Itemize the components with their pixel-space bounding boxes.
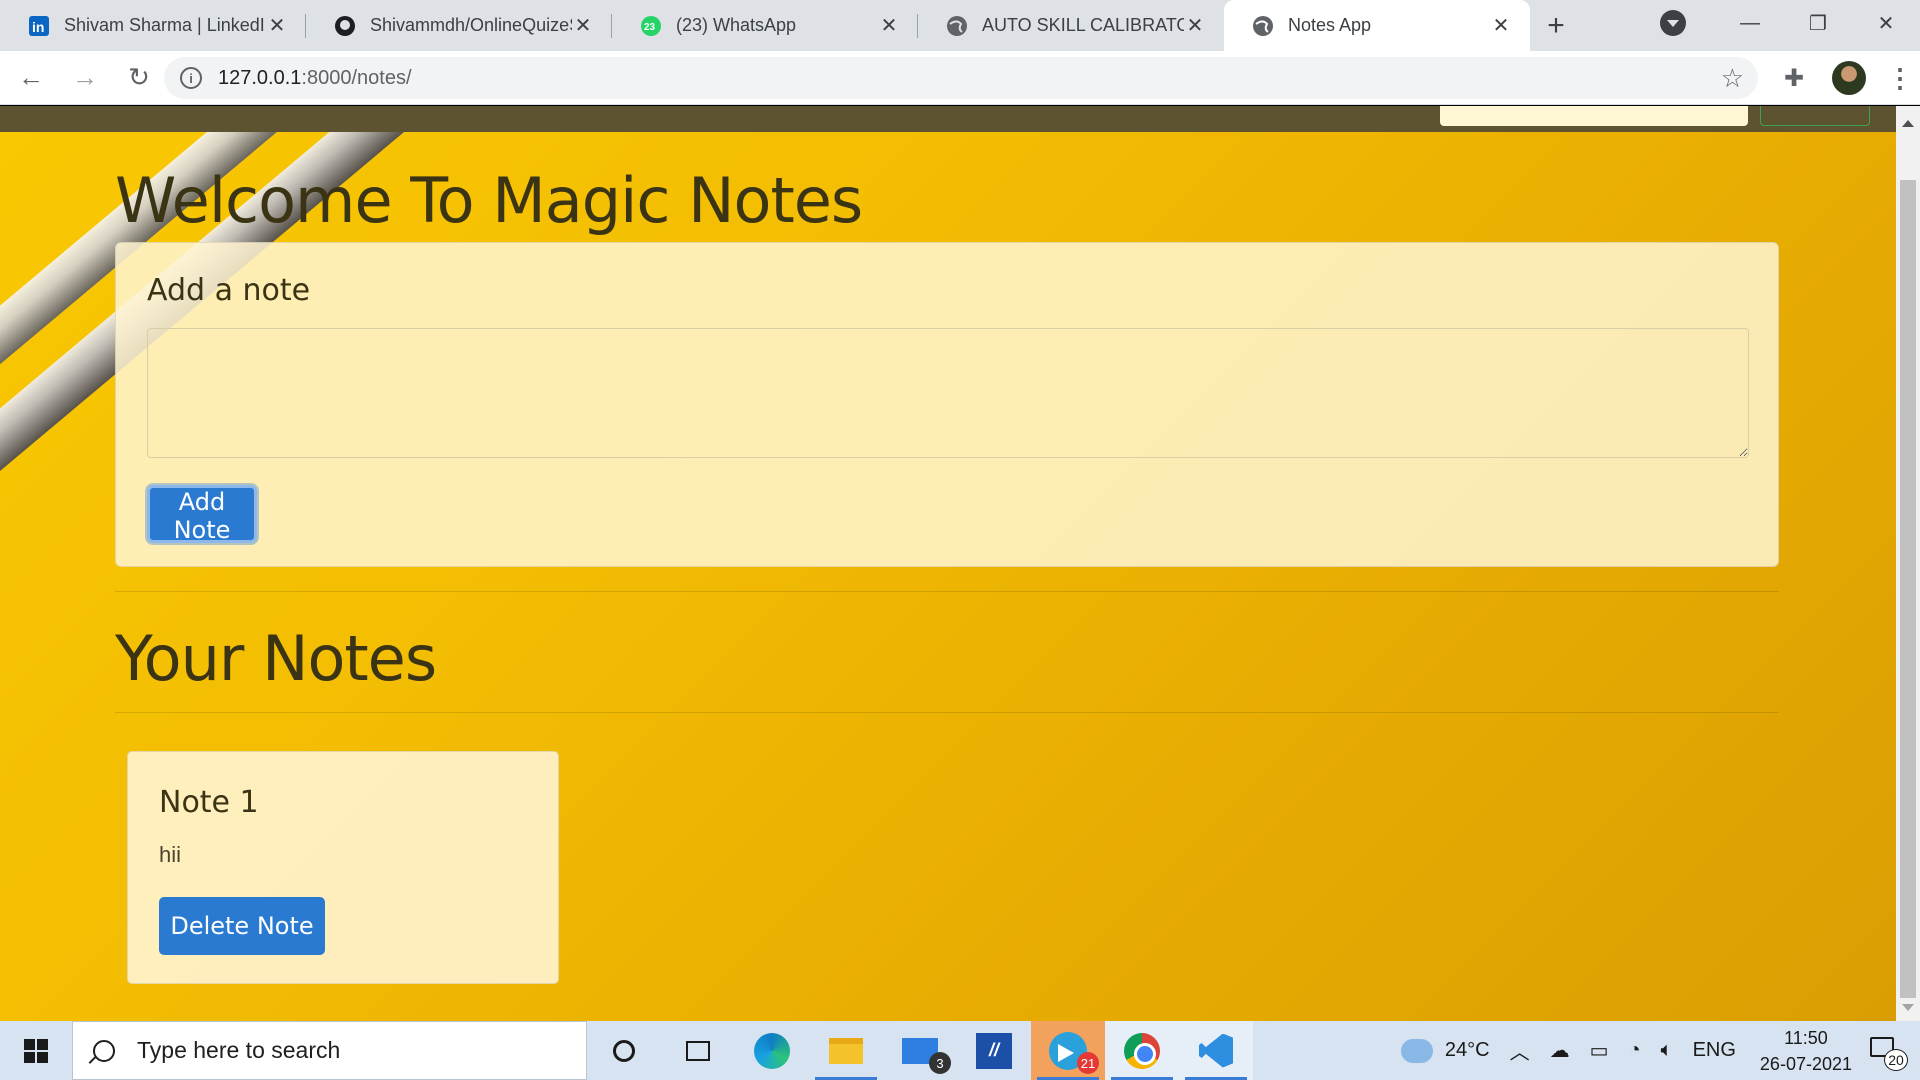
battery-icon[interactable]: ▭: [1580, 1038, 1619, 1063]
scrollbar-thumb[interactable]: [1900, 180, 1916, 998]
page-scrollbar[interactable]: [1896, 106, 1920, 1021]
clock-time: 11:50: [1784, 1027, 1828, 1048]
divider: [115, 591, 1779, 592]
restore-icon[interactable]: ❐: [1784, 11, 1852, 36]
page-viewport: Welcome To Magic Notes Add a note Add No…: [0, 106, 1896, 1021]
temperature-text: 24°C: [1444, 1039, 1490, 1061]
info-icon[interactable]: i: [180, 67, 202, 89]
note-title: Note 1: [159, 785, 259, 820]
task-view-icon: [686, 1040, 710, 1061]
scroll-up-arrow-icon[interactable]: [1902, 114, 1914, 127]
divider: [115, 712, 1779, 713]
linkedin-icon: in: [28, 15, 50, 37]
new-tab-button[interactable]: +: [1530, 0, 1582, 51]
tab-auto-skill-calibrator[interactable]: AUTO SKILL CALIBRATOR ✕: [918, 0, 1224, 51]
add-note-title: Add a note: [147, 273, 311, 308]
close-tab-icon[interactable]: ✕: [1490, 13, 1512, 38]
volume-icon[interactable]: 🔈︎: [1651, 1039, 1683, 1062]
show-hidden-icons-chevron-icon[interactable]: ︿: [1500, 1036, 1540, 1065]
folder-icon: [829, 1037, 863, 1064]
globe-icon: [1252, 15, 1274, 37]
edge-app[interactable]: [735, 1021, 809, 1080]
github-icon: [334, 15, 356, 37]
browser-tab-strip: in Shivam Sharma | LinkedIn ✕ Shivammdh/…: [0, 0, 1920, 51]
close-tab-icon[interactable]: ✕: [266, 13, 288, 38]
edge-icon: [754, 1032, 790, 1069]
url-text[interactable]: 127.0.0.1:8000/notes/: [218, 67, 412, 90]
clock-date: 26-07-2021: [1759, 1053, 1852, 1074]
reload-icon[interactable]: ↻: [116, 55, 162, 101]
tab-title: Shivammdh/OnlineQuizeS: [370, 15, 572, 35]
rain-cloud-icon: [1400, 1038, 1433, 1063]
cortana-button[interactable]: [587, 1021, 661, 1080]
address-bar[interactable]: i 127.0.0.1:8000/notes/ ☆: [164, 57, 1758, 99]
onedrive-cloud-icon[interactable]: ☁: [1540, 1038, 1580, 1063]
vscode-icon: [1199, 1033, 1233, 1068]
clock[interactable]: 11:50 26-07-2021: [1746, 1025, 1866, 1077]
close-tab-icon[interactable]: ✕: [878, 13, 900, 38]
mplus-app[interactable]: //: [957, 1021, 1031, 1080]
add-note-button[interactable]: Add Note: [147, 485, 257, 544]
notification-count: 20: [1884, 1048, 1908, 1071]
note-text: hii: [159, 842, 182, 867]
close-tab-icon[interactable]: ✕: [572, 13, 594, 38]
svg-text:in: in: [32, 19, 44, 35]
mplus-icon: //: [976, 1032, 1012, 1069]
globe-icon: [946, 15, 968, 37]
delete-note-button[interactable]: Delete Note: [159, 897, 325, 955]
note-textarea[interactable]: [147, 328, 1749, 458]
tab-title: AUTO SKILL CALIBRATOR: [982, 15, 1184, 35]
scroll-down-arrow-icon[interactable]: [1902, 1004, 1914, 1017]
system-tray: 24°C ︿ ☁ ▭ ◔ 🔈︎ ENG 11:50 26-07-2021 20: [1391, 1021, 1920, 1080]
cortana-icon: [613, 1039, 635, 1062]
tab-linkedin[interactable]: in Shivam Sharma | LinkedIn ✕: [0, 0, 306, 51]
language-indicator[interactable]: ENG: [1683, 1039, 1746, 1062]
extensions-puzzle-icon[interactable]: ✚: [1770, 64, 1818, 93]
add-note-card: Add a note Add Note: [115, 242, 1779, 567]
taskbar-search-placeholder: Type here to search: [137, 1037, 341, 1063]
file-explorer-app[interactable]: [809, 1021, 883, 1080]
tab-github[interactable]: Shivammdh/OnlineQuizeS ✕: [306, 0, 612, 51]
profile-avatar[interactable]: [1832, 61, 1866, 95]
whatsapp-icon: 23: [640, 15, 662, 37]
tab-title: Notes App: [1288, 15, 1372, 35]
minimize-icon[interactable]: —: [1716, 12, 1784, 35]
tab-search-icon[interactable]: [1660, 10, 1686, 36]
note-card: Note 1 hii Delete Note: [127, 751, 559, 984]
page-title: Welcome To Magic Notes: [115, 164, 863, 237]
back-arrow-icon[interactable]: ←: [8, 55, 54, 101]
telegram-badge: 21: [1077, 1052, 1099, 1074]
tab-whatsapp[interactable]: 23 (23) WhatsApp ✕: [612, 0, 918, 51]
bookmark-star-icon[interactable]: ☆: [1721, 63, 1744, 94]
browser-toolbar: ← → ↻ i 127.0.0.1:8000/notes/ ☆ ✚ ⋮: [0, 51, 1920, 105]
close-tab-icon[interactable]: ✕: [1184, 13, 1206, 38]
close-window-icon[interactable]: ✕: [1852, 11, 1920, 36]
tab-notes-app[interactable]: Notes App ✕: [1224, 0, 1530, 51]
action-center-button[interactable]: 20: [1866, 1031, 1908, 1071]
notes-section-title: Your Notes: [115, 622, 437, 695]
chrome-icon: [1124, 1032, 1160, 1069]
menu-kebab-icon[interactable]: ⋮: [1880, 63, 1920, 94]
windows-start-icon[interactable]: [0, 1021, 72, 1080]
telegram-app[interactable]: 21: [1031, 1021, 1105, 1080]
chrome-app[interactable]: [1105, 1021, 1179, 1080]
task-view-button[interactable]: [661, 1021, 735, 1080]
tab-title: (23) WhatsApp: [676, 15, 797, 35]
vscode-app[interactable]: [1179, 1021, 1253, 1080]
tab-title: Shivam Sharma | LinkedIn: [64, 15, 266, 35]
mail-badge: 3: [929, 1052, 951, 1074]
taskbar-search-input[interactable]: Type here to search: [72, 1021, 587, 1080]
search-icon: [93, 1039, 115, 1062]
weather-widget[interactable]: 24°C: [1391, 1038, 1500, 1063]
mail-app[interactable]: 3: [883, 1021, 957, 1080]
svg-text:23: 23: [644, 22, 656, 33]
windows-taskbar: Type here to search 3 // 21 24°C ︿ ☁ ▭ ◔…: [0, 1021, 1920, 1080]
wifi-icon[interactable]: ◔: [1618, 1039, 1650, 1062]
forward-arrow-icon[interactable]: →: [62, 55, 108, 101]
